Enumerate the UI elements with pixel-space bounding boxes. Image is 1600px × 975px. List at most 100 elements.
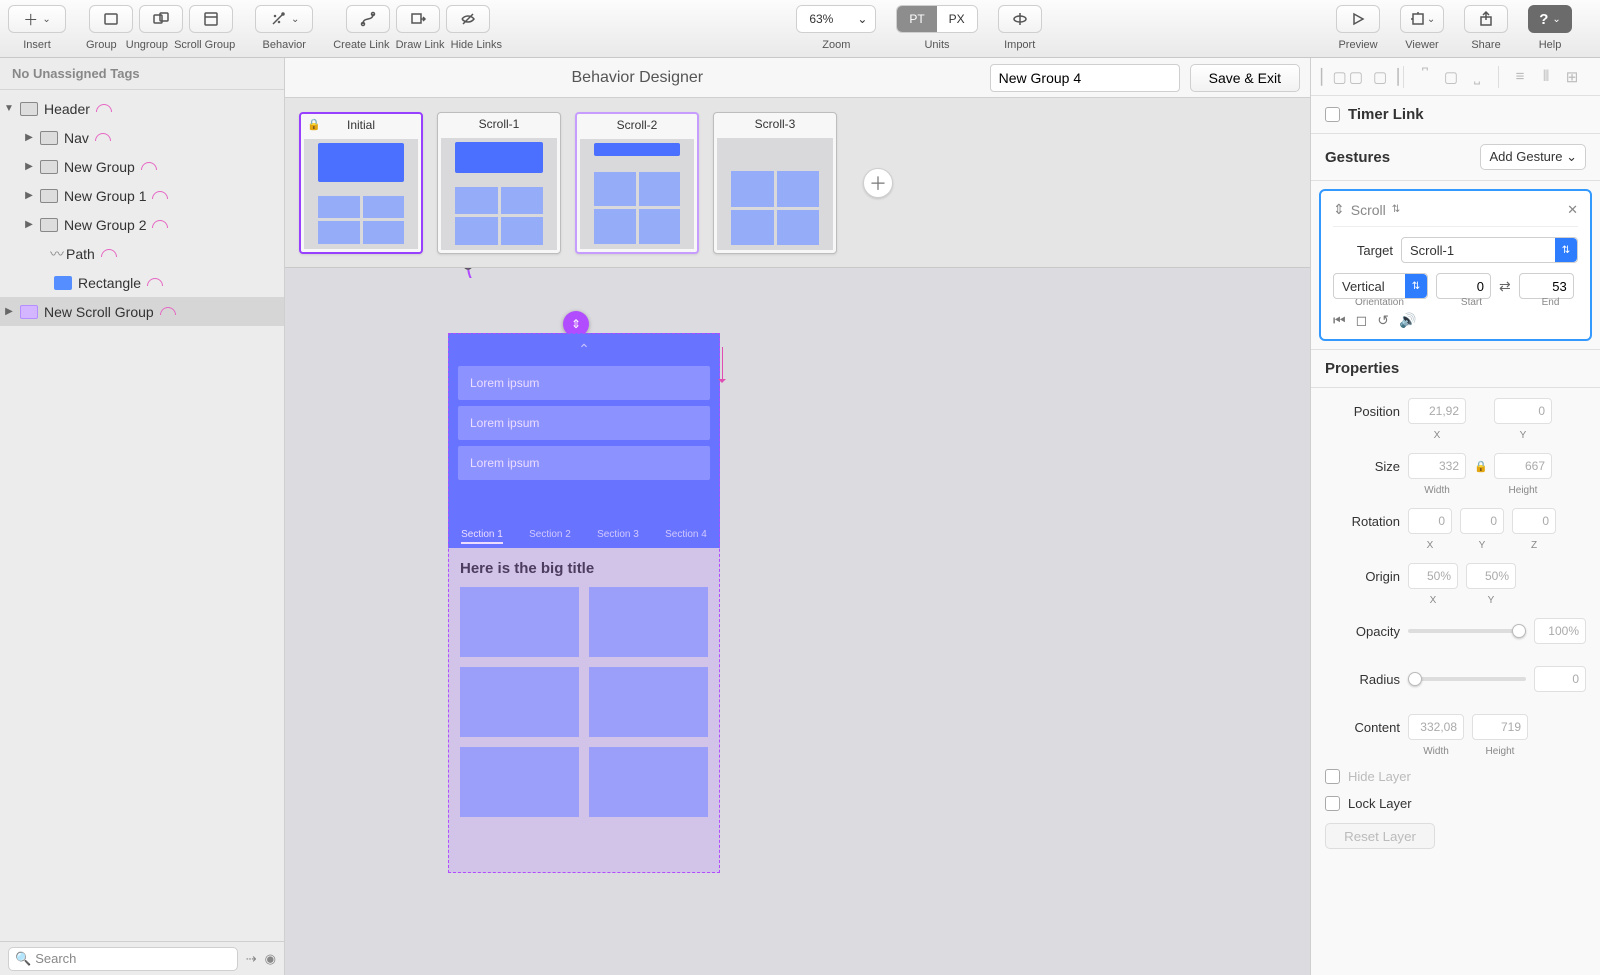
group-button[interactable]	[89, 5, 133, 33]
add-scene-button[interactable]: ＋	[863, 168, 893, 198]
align-center-v-icon[interactable]: ▢	[1442, 68, 1460, 86]
scroll-group-button[interactable]	[189, 5, 233, 33]
create-link-icon	[359, 10, 377, 28]
hide-links-button[interactable]	[446, 5, 490, 33]
opacity-input[interactable]	[1534, 618, 1586, 644]
align-center-h-icon[interactable]: ▢	[1347, 68, 1365, 86]
search-icon: 🔍	[15, 951, 31, 967]
insert-label: Insert	[23, 39, 51, 51]
timer-link-row[interactable]: Timer Link	[1311, 96, 1600, 134]
no-tags-label: No Unassigned Tags	[0, 58, 284, 90]
mockup-frame[interactable]: ⌃ Lorem ipsum Lorem ipsum Lorem ipsum Se…	[448, 333, 720, 873]
layer-new-group[interactable]: ▶New Group	[0, 152, 284, 181]
filter-icon-2[interactable]: ◉	[265, 951, 276, 967]
swap-icon[interactable]: ⇄	[1499, 278, 1511, 295]
scene-scroll-3[interactable]: Scroll-3	[713, 112, 837, 254]
rot-z-input[interactable]	[1512, 508, 1556, 534]
canvas[interactable]: ⇕ ⌃ Lorem ipsum Lorem ipsum Lorem ipsum …	[285, 268, 1310, 975]
radius-slider[interactable]	[1408, 677, 1526, 681]
lock-layer-checkbox[interactable]	[1325, 796, 1340, 811]
behavior-designer-title: Behavior Designer	[295, 69, 980, 87]
behavior-button[interactable]: ⌄	[255, 5, 313, 33]
list-item: Lorem ipsum	[458, 366, 710, 400]
rewind-icon[interactable]: ⏮	[1333, 312, 1346, 329]
sound-icon[interactable]: 🔊	[1399, 312, 1416, 329]
stop-icon[interactable]: ◻	[1356, 312, 1368, 329]
ungroup-icon	[152, 10, 170, 28]
search-input[interactable]: 🔍Search	[8, 947, 238, 971]
dist-v-icon[interactable]: ≡	[1511, 68, 1529, 85]
save-exit-button[interactable]: Save & Exit	[1190, 64, 1300, 92]
history-icon[interactable]: ↺	[1377, 312, 1389, 329]
lock-size-icon[interactable]: 🔒	[1474, 460, 1486, 473]
layer-header[interactable]: ▼Header	[0, 94, 284, 123]
radius-input[interactable]	[1534, 666, 1586, 692]
lock-icon: 🔒	[307, 118, 321, 131]
reset-layer-button[interactable]: Reset Layer	[1325, 823, 1435, 849]
list-item: Lorem ipsum	[458, 446, 710, 480]
zoom-select[interactable]: 63%⌄	[796, 5, 876, 33]
dist-h-icon[interactable]: ⦀	[1537, 68, 1555, 85]
preview-button[interactable]	[1336, 5, 1380, 33]
dist-grid-icon[interactable]: ⊞	[1563, 68, 1581, 86]
ungroup-button[interactable]	[139, 5, 183, 33]
import-icon	[1011, 10, 1029, 28]
layer-new-group-1[interactable]: ▶New Group 1	[0, 181, 284, 210]
hide-links-icon	[459, 10, 477, 28]
pos-x-input[interactable]	[1408, 398, 1466, 424]
list-item: Lorem ipsum	[458, 406, 710, 440]
layer-scroll-group[interactable]: ▶New Scroll Group	[0, 297, 284, 326]
content-h-input[interactable]	[1472, 714, 1528, 740]
end-input[interactable]	[1519, 273, 1574, 299]
layer-path[interactable]: 〰Path	[0, 239, 284, 268]
opacity-slider[interactable]	[1408, 629, 1526, 633]
origin-x-input[interactable]	[1408, 563, 1458, 589]
scene-initial[interactable]: 🔒Initial	[299, 112, 423, 254]
remove-gesture-button[interactable]: ✕	[1567, 202, 1578, 218]
link-curve	[463, 268, 481, 278]
draw-link-button[interactable]	[396, 5, 440, 33]
width-input[interactable]	[1408, 453, 1466, 479]
canvas-area: Behavior Designer Save & Exit 🔒Initial S…	[285, 58, 1310, 975]
rot-y-input[interactable]	[1460, 508, 1504, 534]
viewer-button[interactable]: ⌄	[1400, 5, 1444, 33]
align-top-icon[interactable]: ⎴	[1416, 68, 1434, 85]
pos-y-input[interactable]	[1494, 398, 1552, 424]
timer-link-checkbox[interactable]	[1325, 107, 1340, 122]
scene-scroll-1[interactable]: Scroll-1	[437, 112, 561, 254]
scene-scroll-2[interactable]: Scroll-2	[575, 112, 699, 254]
layer-rectangle[interactable]: Rectangle	[0, 268, 284, 297]
add-gesture-button[interactable]: Add Gesture ⌄	[1480, 144, 1586, 170]
align-right-icon[interactable]: ▢▕	[1373, 68, 1391, 86]
align-tools: ▏▢ ▢ ▢▕ ⎴ ▢ ⎵ ≡ ⦀ ⊞	[1311, 58, 1600, 96]
share-button[interactable]	[1464, 5, 1508, 33]
hide-layer-checkbox[interactable]	[1325, 769, 1340, 784]
share-icon	[1477, 10, 1495, 28]
chevron-up-icon: ⌃	[448, 333, 720, 358]
align-bottom-icon[interactable]: ⎵	[1468, 68, 1486, 85]
target-select[interactable]: Scroll-1⇅	[1401, 237, 1578, 263]
group-icon	[102, 10, 120, 28]
unit-px[interactable]: PX	[937, 6, 977, 32]
start-input[interactable]	[1436, 273, 1491, 299]
height-input[interactable]	[1494, 453, 1552, 479]
help-icon: ?	[1539, 11, 1548, 28]
import-button[interactable]	[998, 5, 1042, 33]
mockup-tabs: Section 1 Section 2 Section 3 Section 4	[448, 529, 720, 544]
insert-button[interactable]: ＋⌄	[8, 5, 66, 33]
content-w-input[interactable]	[1408, 714, 1464, 740]
create-link-button[interactable]	[346, 5, 390, 33]
wand-icon	[269, 10, 287, 28]
unit-pt[interactable]: PT	[897, 6, 936, 32]
align-left-icon[interactable]: ▏▢	[1321, 68, 1339, 86]
rot-x-input[interactable]	[1408, 508, 1452, 534]
scroll-group-icon	[202, 10, 220, 28]
filter-icon-1[interactable]: ⇢	[246, 951, 257, 967]
orientation-select[interactable]: Vertical⇅	[1333, 273, 1428, 299]
group-name-input[interactable]	[990, 64, 1180, 92]
help-button[interactable]: ?⌄	[1528, 5, 1572, 33]
layer-new-group-2[interactable]: ▶New Group 2	[0, 210, 284, 239]
origin-y-input[interactable]	[1466, 563, 1516, 589]
units-segment[interactable]: PT PX	[896, 5, 977, 33]
layer-nav[interactable]: ▶Nav	[0, 123, 284, 152]
